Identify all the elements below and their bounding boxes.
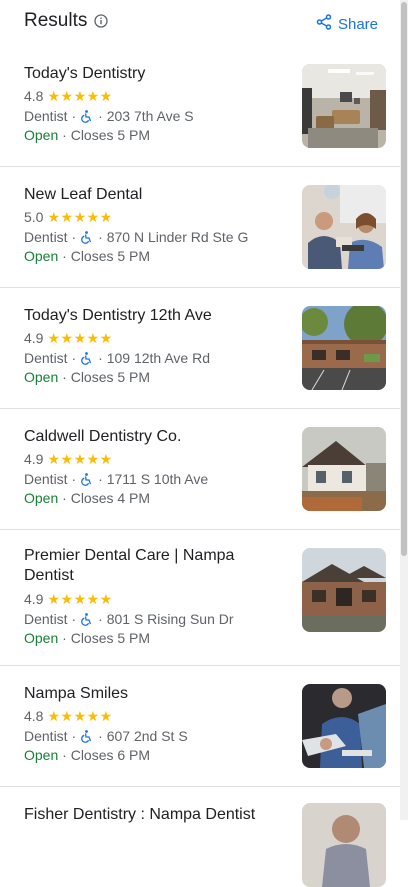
wheelchair-accessible-icon [81, 351, 92, 365]
hours-row: Open · Closes 5 PM [24, 127, 151, 143]
result-name[interactable]: Fisher Dentistry : Nampa Dentist [24, 805, 284, 825]
result-item[interactable]: Today's Dentistry 12th Ave 4.9 ★★★★★ Den… [0, 288, 400, 409]
closing-time: Closes 5 PM [70, 248, 151, 264]
address: 607 2nd St S [106, 728, 188, 744]
category: Dentist [24, 471, 68, 487]
wheelchair-accessible-icon [81, 230, 92, 244]
star-rating-icon: ★★★★★ [47, 590, 113, 607]
hours-row: Open · Closes 5 PM [24, 248, 151, 264]
address: 870 N Linder Rd Ste G [106, 229, 249, 245]
category: Dentist [24, 229, 68, 245]
share-label: Share [337, 15, 378, 33]
category: Dentist [24, 728, 68, 744]
wheelchair-accessible-icon [81, 472, 92, 486]
closing-time: Closes 5 PM [70, 630, 151, 646]
category-address-row: Dentist · · 607 2nd St S [24, 728, 188, 744]
star-rating-icon: ★★★★★ [47, 329, 113, 346]
closing-time: Closes 4 PM [70, 490, 151, 506]
result-item[interactable]: Fisher Dentistry : Nampa Dentist [0, 787, 400, 887]
result-photo[interactable] [302, 684, 386, 768]
star-rating-icon: ★★★★★ [47, 87, 113, 104]
share-button[interactable]: Share [316, 13, 378, 35]
result-item[interactable]: Premier Dental Care | Nampa Dentist 4.9 … [0, 530, 400, 666]
results-title: Results [24, 10, 88, 31]
scrollbar[interactable] [400, 0, 408, 820]
rating-value: 4.9 [24, 591, 44, 607]
address: 801 S Rising Sun Dr [106, 611, 234, 627]
closing-time: Closes 5 PM [70, 127, 151, 143]
result-photo[interactable] [302, 548, 386, 632]
open-status: Open [24, 630, 59, 646]
result-item[interactable]: Caldwell Dentistry Co. 4.9 ★★★★★ Dentist… [0, 409, 400, 530]
results-list: Today's Dentistry 4.8 ★★★★★ Dentist · · … [0, 46, 400, 887]
rating-row: 4.9 ★★★★★ [24, 329, 113, 347]
category-address-row: Dentist · · 203 7th Ave S [24, 108, 194, 124]
wheelchair-accessible-icon [81, 612, 92, 626]
info-icon[interactable] [94, 14, 108, 28]
category-address-row: Dentist · · 801 S Rising Sun Dr [24, 611, 234, 627]
wheelchair-accessible-icon [81, 109, 92, 123]
open-status: Open [24, 248, 59, 264]
rating-row: 4.9 ★★★★★ [24, 590, 113, 608]
hours-row: Open · Closes 5 PM [24, 630, 151, 646]
result-item[interactable]: Today's Dentistry 4.8 ★★★★★ Dentist · · … [0, 46, 400, 167]
category-address-row: Dentist · · 1711 S 10th Ave [24, 471, 209, 487]
result-name[interactable]: Nampa Smiles [24, 684, 284, 704]
star-rating-icon: ★★★★★ [47, 450, 113, 467]
rating-row: 4.8 ★★★★★ [24, 87, 113, 105]
rating-row: 4.8 ★★★★★ [24, 707, 113, 725]
rating-value: 4.8 [24, 88, 44, 104]
address: 109 12th Ave Rd [106, 350, 210, 366]
category: Dentist [24, 611, 68, 627]
closing-time: Closes 5 PM [70, 369, 151, 385]
wheelchair-accessible-icon [81, 729, 92, 743]
open-status: Open [24, 490, 59, 506]
result-name[interactable]: Today's Dentistry [24, 64, 284, 84]
result-photo[interactable] [302, 306, 386, 390]
open-status: Open [24, 127, 59, 143]
hours-row: Open · Closes 5 PM [24, 369, 151, 385]
category-address-row: Dentist · · 870 N Linder Rd Ste G [24, 229, 249, 245]
open-status: Open [24, 369, 59, 385]
result-photo[interactable] [302, 803, 386, 887]
result-name[interactable]: Caldwell Dentistry Co. [24, 427, 284, 447]
result-name[interactable]: Premier Dental Care | Nampa Dentist [24, 546, 284, 586]
result-photo[interactable] [302, 64, 386, 148]
hours-row: Open · Closes 4 PM [24, 490, 151, 506]
result-photo[interactable] [302, 427, 386, 511]
result-name[interactable]: New Leaf Dental [24, 185, 284, 205]
share-icon [316, 14, 332, 34]
result-item[interactable]: Nampa Smiles 4.8 ★★★★★ Dentist · · 607 2… [0, 666, 400, 787]
address: 203 7th Ave S [106, 108, 194, 124]
rating-value: 4.8 [24, 708, 44, 724]
open-status: Open [24, 747, 59, 763]
star-rating-icon: ★★★★★ [47, 707, 113, 724]
rating-row: 5.0 ★★★★★ [24, 208, 113, 226]
result-photo[interactable] [302, 185, 386, 269]
rating-value: 5.0 [24, 209, 44, 225]
scrollbar-thumb[interactable] [401, 2, 407, 556]
results-header: Results Share [0, 0, 400, 46]
closing-time: Closes 6 PM [70, 747, 151, 763]
rating-row: 4.9 ★★★★★ [24, 450, 113, 468]
rating-value: 4.9 [24, 451, 44, 467]
hours-row: Open · Closes 6 PM [24, 747, 151, 763]
star-rating-icon: ★★★★★ [47, 208, 113, 225]
rating-value: 4.9 [24, 330, 44, 346]
category-address-row: Dentist · · 109 12th Ave Rd [24, 350, 210, 366]
category: Dentist [24, 108, 68, 124]
address: 1711 S 10th Ave [106, 471, 209, 487]
category: Dentist [24, 350, 68, 366]
result-name[interactable]: Today's Dentistry 12th Ave [24, 306, 284, 326]
result-item[interactable]: New Leaf Dental 5.0 ★★★★★ Dentist · · 87… [0, 167, 400, 288]
